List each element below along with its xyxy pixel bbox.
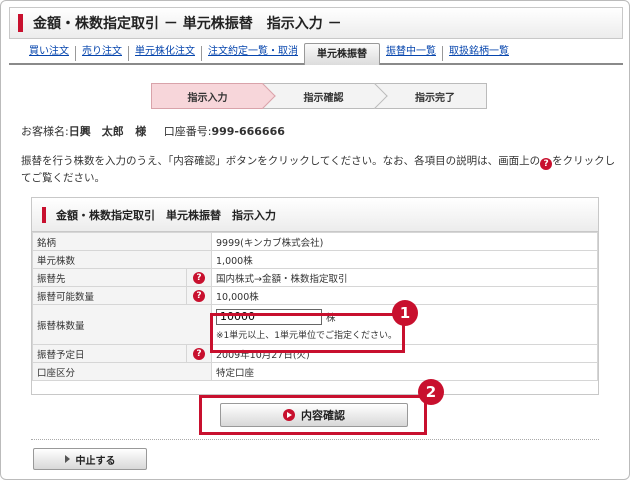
title-accent-bar [18, 14, 23, 32]
tab-stock-list[interactable]: 取扱銘柄一覧 [443, 46, 515, 61]
table-row: 振替可能数量 ? 10,000株 [32, 286, 598, 305]
transfer-form-table: 銘柄 9999(キンカブ株式会社) 単元株数 1,000株 振替先 ? 国内株式… [32, 232, 598, 381]
table-row: 銘柄 9999(キンカブ株式会社) [32, 232, 598, 251]
page-frame: 金額・株数指定取引 － 単元株振替 指示入力 － 買い注文 売り注文 単元株化注… [0, 0, 630, 480]
transfer-quantity-input[interactable] [216, 308, 322, 325]
panel-title: 金額・株数指定取引 単元株振替 指示入力 [56, 208, 276, 222]
step-input: 指示入力 [151, 83, 276, 109]
tab-transfer-list[interactable]: 振替中一覧 [380, 46, 443, 61]
help-icon: ? [540, 158, 553, 170]
row-value-unit-shares: 1,000株 [211, 250, 598, 269]
tab-unit-stock-order[interactable]: 単元株化注文 [129, 46, 202, 61]
cancel-button[interactable]: 中止する [33, 448, 147, 470]
progress-steps: 指示入力 指示確認 指示完了 [151, 83, 487, 109]
instructions-text: 振替を行う株数を入力のうえ、「内容確認」ボタンをクリックしてください。なお、各項… [21, 155, 616, 184]
row-value-destination: 国内株式→金額・株数指定取引 [211, 268, 598, 287]
step-badge-1: 1 [392, 300, 418, 326]
confirm-button[interactable]: 内容確認 [220, 403, 408, 427]
customer-honorific: 様 [135, 125, 147, 138]
row-label-transfer-qty: 振替株数量 [32, 304, 212, 345]
tab-buy-order[interactable]: 買い注文 [9, 46, 76, 61]
help-icon[interactable]: ? [193, 271, 205, 284]
cancel-button-label: 中止する [75, 455, 116, 467]
help-icon[interactable]: ? [193, 347, 205, 360]
triangle-right-icon [64, 455, 70, 463]
page-title: 金額・株数指定取引 － 単元株振替 指示入力 － [33, 16, 342, 32]
step-complete: 指示完了 [375, 83, 487, 109]
step-label: 指示完了 [415, 92, 455, 104]
row-label-available-qty: 振替可能数量 [32, 286, 187, 305]
account-number-label: 口座番号: [163, 125, 212, 138]
nav-tabs: 買い注文 売り注文 単元株化注文 注文約定一覧・取消 単元株振替 振替中一覧 取… [9, 43, 623, 65]
panel-accent-bar [42, 206, 46, 223]
quantity-note: ※1単元以上、1単元単位でご指定ください。 [216, 330, 397, 341]
help-icon[interactable]: ? [193, 289, 205, 302]
transfer-input-panel: 金額・株数指定取引 単元株振替 指示入力 銘柄 9999(キンカブ株式会社) 単… [31, 197, 599, 395]
table-row: 単元株数 1,000株 [32, 250, 598, 269]
row-label-destination: 振替先 [32, 268, 187, 287]
row-value-stock: 9999(キンカブ株式会社) [211, 232, 598, 251]
table-row: 振替株数量 株 ※1単元以上、1単元単位でご指定ください。 [32, 304, 598, 345]
tab-sell-order[interactable]: 売り注文 [76, 46, 129, 61]
page-title-bar: 金額・株数指定取引 － 単元株振替 指示入力 － [9, 7, 623, 39]
customer-name-label: お客様名: [21, 125, 69, 138]
account-number: 999-666666 [211, 125, 285, 138]
table-row: 振替先 ? 国内株式→金額・株数指定取引 [32, 268, 598, 287]
confirm-button-label: 内容確認 [301, 409, 345, 422]
quantity-unit: 株 [326, 312, 336, 324]
panel-header: 金額・株数指定取引 単元株振替 指示入力 [32, 198, 598, 232]
step-label: 指示確認 [303, 92, 344, 104]
highlight-confirm-box: 内容確認 [199, 395, 427, 435]
row-value-account-type: 特定口座 [211, 362, 598, 381]
step-badge-2: 2 [418, 379, 444, 405]
customer-info: お客様名:日興 太郎 様 口座番号:999-666666 [21, 123, 285, 139]
tab-unit-stock-transfer[interactable]: 単元株振替 [304, 43, 380, 65]
step-confirm: 指示確認 [263, 83, 388, 109]
step-label: 指示入力 [187, 92, 228, 104]
customer-name: 日興 太郎 [68, 125, 124, 138]
row-label-unit-shares: 単元株数 [32, 250, 212, 269]
table-row: 振替予定日 ? 2009年10月27日(火) [32, 344, 598, 363]
tab-order-list-cancel[interactable]: 注文約定一覧・取消 [202, 46, 304, 61]
row-value-scheduled-date: 2009年10月27日(火) [211, 344, 598, 363]
row-label-scheduled-date: 振替予定日 [32, 344, 187, 363]
play-circle-icon [283, 409, 295, 421]
divider [31, 439, 599, 440]
table-row: 口座区分 特定口座 [32, 362, 598, 381]
row-label-account-type: 口座区分 [32, 362, 212, 381]
row-label-stock: 銘柄 [32, 232, 212, 251]
